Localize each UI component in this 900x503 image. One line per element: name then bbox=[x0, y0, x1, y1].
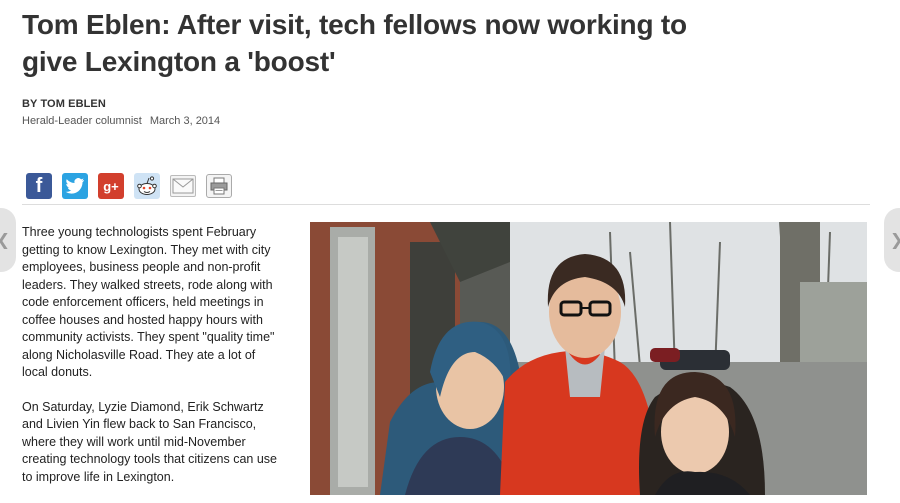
article-meta: Herald-Leader columnist March 3, 2014 bbox=[22, 115, 220, 127]
article-headline: Tom Eblen: After visit, tech fellows now… bbox=[22, 9, 687, 77]
print-icon[interactable] bbox=[206, 174, 232, 198]
divider bbox=[22, 204, 870, 205]
article-photo[interactable] bbox=[310, 222, 867, 495]
reddit-icon[interactable] bbox=[134, 173, 160, 199]
byline: BY TOM EBLEN bbox=[22, 98, 106, 110]
twitter-icon[interactable] bbox=[62, 173, 88, 199]
author-role: Herald-Leader columnist bbox=[22, 115, 142, 127]
google-plus-icon[interactable]: g+ bbox=[98, 173, 124, 199]
share-bar: f g+ bbox=[26, 173, 232, 199]
article-body: Three young technologists spent February… bbox=[22, 224, 284, 503]
facebook-icon[interactable]: f bbox=[26, 173, 52, 199]
paragraph: Three young technologists spent February… bbox=[22, 225, 275, 379]
publish-date: March 3, 2014 bbox=[149, 115, 221, 127]
photo-illustration bbox=[310, 222, 867, 495]
paragraph: On Saturday, Lyzie Diamond, Erik Schwart… bbox=[22, 399, 278, 484]
chevron-left-icon: ❮ bbox=[0, 230, 10, 249]
chevron-right-icon: ❯ bbox=[890, 230, 900, 249]
previous-article-button[interactable]: ❮ bbox=[0, 208, 16, 272]
next-article-button[interactable]: ❯ bbox=[884, 208, 900, 272]
email-icon[interactable] bbox=[170, 175, 196, 197]
